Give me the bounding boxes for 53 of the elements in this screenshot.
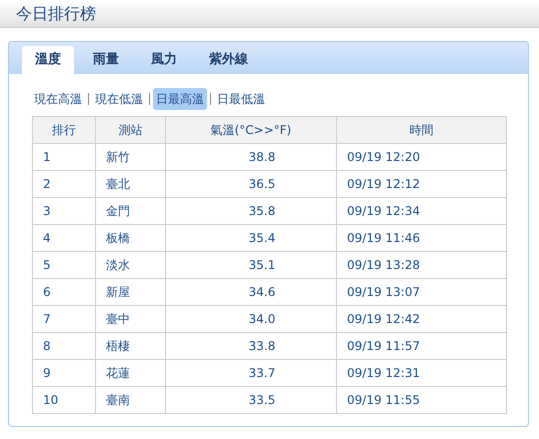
table-cell: 9 — [32, 360, 96, 386]
table-cell: 09/19 12:31 — [336, 360, 506, 386]
tab[interactable]: 風力 — [138, 46, 190, 74]
table-cell: 09/19 11:55 — [336, 386, 506, 414]
table-cell: 35.4 — [166, 224, 336, 252]
table-cell: 09/19 11:46 — [336, 224, 506, 252]
table-cell: 09/19 13:07 — [336, 278, 506, 306]
table-cell: 1 — [32, 144, 96, 170]
filter-tab[interactable]: 現在低溫 — [92, 88, 146, 110]
table-cell: 34.0 — [166, 306, 336, 332]
table-cell: 34.6 — [166, 278, 336, 306]
table-cell: 09/19 12:34 — [336, 198, 506, 224]
table-cell: 8 — [32, 332, 96, 360]
page-title: 今日排行榜 — [16, 2, 96, 24]
column-header: 排行 — [32, 116, 96, 144]
column-header: 時間 — [336, 116, 506, 144]
tab[interactable]: 雨量 — [80, 46, 132, 74]
table-cell: 38.8 — [166, 144, 336, 170]
column-header: 測站 — [96, 116, 166, 144]
tab[interactable]: 溫度 — [22, 46, 74, 74]
table-cell: 新竹 — [96, 144, 166, 170]
filter-tab[interactable]: 日最高溫 — [153, 88, 207, 110]
table-cell: 10 — [32, 386, 96, 414]
table-cell: 2 — [32, 170, 96, 198]
table-cell: 09/19 11:57 — [336, 332, 506, 360]
table-cell: 33.5 — [166, 386, 336, 414]
tab[interactable]: 紫外線 — [196, 46, 261, 74]
table-cell: 臺北 — [96, 170, 166, 198]
table-cell: 梧棲 — [96, 332, 166, 360]
table-cell: 7 — [32, 306, 96, 332]
table-cell: 5 — [32, 252, 96, 278]
filter-tab[interactable]: 現在高溫 — [31, 88, 85, 110]
table-cell: 金門 — [96, 198, 166, 224]
table-cell: 6 — [32, 278, 96, 306]
column-header: 氣溫(°C>>°F) — [166, 116, 336, 144]
table-cell: 4 — [32, 224, 96, 252]
table-cell: 新屋 — [96, 278, 166, 306]
table-cell: 板橋 — [96, 224, 166, 252]
table-cell: 淡水 — [96, 252, 166, 278]
table-cell: 36.5 — [166, 170, 336, 198]
table-cell: 09/19 12:20 — [336, 144, 506, 170]
table-cell: 33.8 — [166, 332, 336, 360]
table-cell: 09/19 12:12 — [336, 170, 506, 198]
table-cell: 33.7 — [166, 360, 336, 386]
table-cell: 臺南 — [96, 386, 166, 414]
table-cell: 09/19 13:28 — [336, 252, 506, 278]
table-cell: 3 — [32, 198, 96, 224]
table-cell: 35.8 — [166, 198, 336, 224]
table-cell: 35.1 — [166, 252, 336, 278]
table-cell: 09/19 12:42 — [336, 306, 506, 332]
table-cell: 臺中 — [96, 306, 166, 332]
filter-tab[interactable]: 日最低溫 — [214, 88, 268, 110]
table-cell: 花蓮 — [96, 360, 166, 386]
